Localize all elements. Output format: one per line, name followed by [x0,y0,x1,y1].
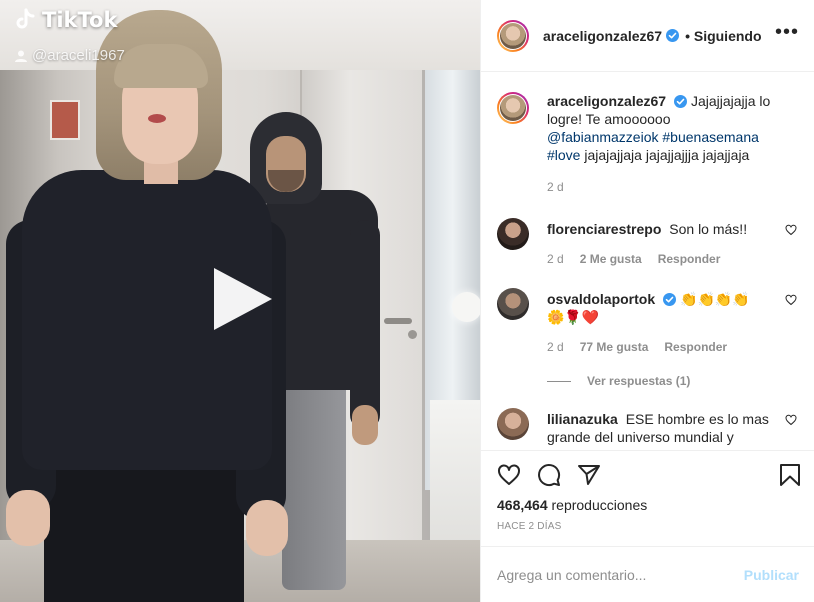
comment-age[interactable]: 2 d [547,338,564,356]
man-legs [282,380,346,590]
post-actions: 468,464 reproducciones HACE 2 DÍAS [481,450,814,546]
woman-hand-right [246,500,288,556]
comment-likes[interactable]: 77 Me gusta [580,338,649,356]
man-hand [352,405,378,445]
views-number: 468,464 [497,497,548,513]
reply-button[interactable]: Responder [658,250,721,268]
woman-legs [44,450,244,602]
tiktok-brand-text: TikTok [42,8,118,32]
view-replies-button[interactable]: Ver respuestas (1) [547,374,690,388]
door-lock [408,330,417,339]
view-replies-label: Ver respuestas (1) [587,374,691,388]
share-send-icon[interactable] [577,463,601,487]
user-icon [15,50,27,62]
post-panel: araceligonzalez67 • Siguiendo ••• aracel… [480,0,814,602]
replies-divider [547,380,571,382]
comment-age[interactable]: 2 d [547,250,564,268]
verified-badge-icon [666,29,680,42]
comment-username[interactable]: lilianazuka [547,411,618,427]
caption-avatar[interactable] [497,92,529,124]
woman-lips [148,114,166,123]
post-timestamp[interactable]: HACE 2 DÍAS [497,521,561,532]
play-icon[interactable] [208,264,278,334]
comment-like-heart-icon[interactable] [785,414,797,426]
video-player[interactable]: TikTok @araceli1967 [0,0,480,602]
header-username[interactable]: araceligonzalez67 [543,28,662,44]
comment-text: Son lo más!! [669,221,748,237]
like-heart-icon[interactable] [497,463,521,487]
comment-likes[interactable]: 2 Me gusta [580,250,642,268]
comment-input[interactable] [497,566,744,583]
comment-avatar[interactable] [497,408,529,440]
comment-item: osvaldolaportok 👏👏👏👏 🌼🌹❤️ 2 d 77 Me gust… [497,288,807,356]
tiktok-note-icon [16,8,35,29]
comments-list[interactable]: araceligonzalez67 Jajajjajajja lo logre!… [481,72,814,450]
caption: araceligonzalez67 Jajajjajajja lo logre!… [497,92,807,196]
tiktok-username: @araceli1967 [32,47,125,64]
caption-mention-link[interactable]: @fabianmazzeiok [547,129,659,145]
more-options-icon[interactable]: ••• [775,22,799,42]
post-header: araceligonzalez67 • Siguiendo ••• [481,0,814,72]
man-arm [350,220,380,430]
verified-badge-icon [663,293,677,306]
header-avatar[interactable] [497,20,529,52]
add-comment-bar: Publicar [481,546,814,602]
reply-button[interactable]: Responder [664,338,727,356]
door-handle [384,318,412,324]
verified-badge-icon [674,95,688,108]
comment-bubble-icon[interactable] [537,463,561,487]
comment-like-heart-icon[interactable] [785,294,797,306]
caption-username[interactable]: araceligonzalez67 [547,93,666,109]
caption-hashtag-link[interactable]: #buenasemana [662,129,759,145]
bookmark-save-icon[interactable] [779,463,801,487]
views-label: reproducciones [551,497,648,513]
comment-username[interactable]: florenciarestrepo [547,221,661,237]
comment-avatar[interactable] [497,288,529,320]
caption-text-end: jajajajjaja jajajjajjja jajajjaja [584,147,750,163]
comment-username[interactable]: osvaldolaportok [547,291,655,307]
following-status[interactable]: • Siguiendo [685,28,761,44]
video-lamp [452,292,480,322]
tiktok-watermark: TikTok [14,8,117,32]
caption-age[interactable]: 2 d [547,178,564,196]
wall-picture [50,100,80,140]
comment-like-heart-icon[interactable] [785,224,797,236]
comment-item: florenciarestrepo Son lo más!! 2 d 2 Me … [497,218,807,268]
views-count[interactable]: 468,464 reproducciones [497,497,647,513]
woman-hand-left [6,490,50,546]
publish-button[interactable]: Publicar [744,567,799,583]
comment-item: lilianazuka ESE hombre es lo mas grande … [497,408,807,446]
tiktok-watermark-user: @araceli1967 [14,47,125,64]
caption-hashtag-link[interactable]: #love [547,147,580,163]
woman-fringe [114,44,208,88]
comment-avatar[interactable] [497,218,529,250]
